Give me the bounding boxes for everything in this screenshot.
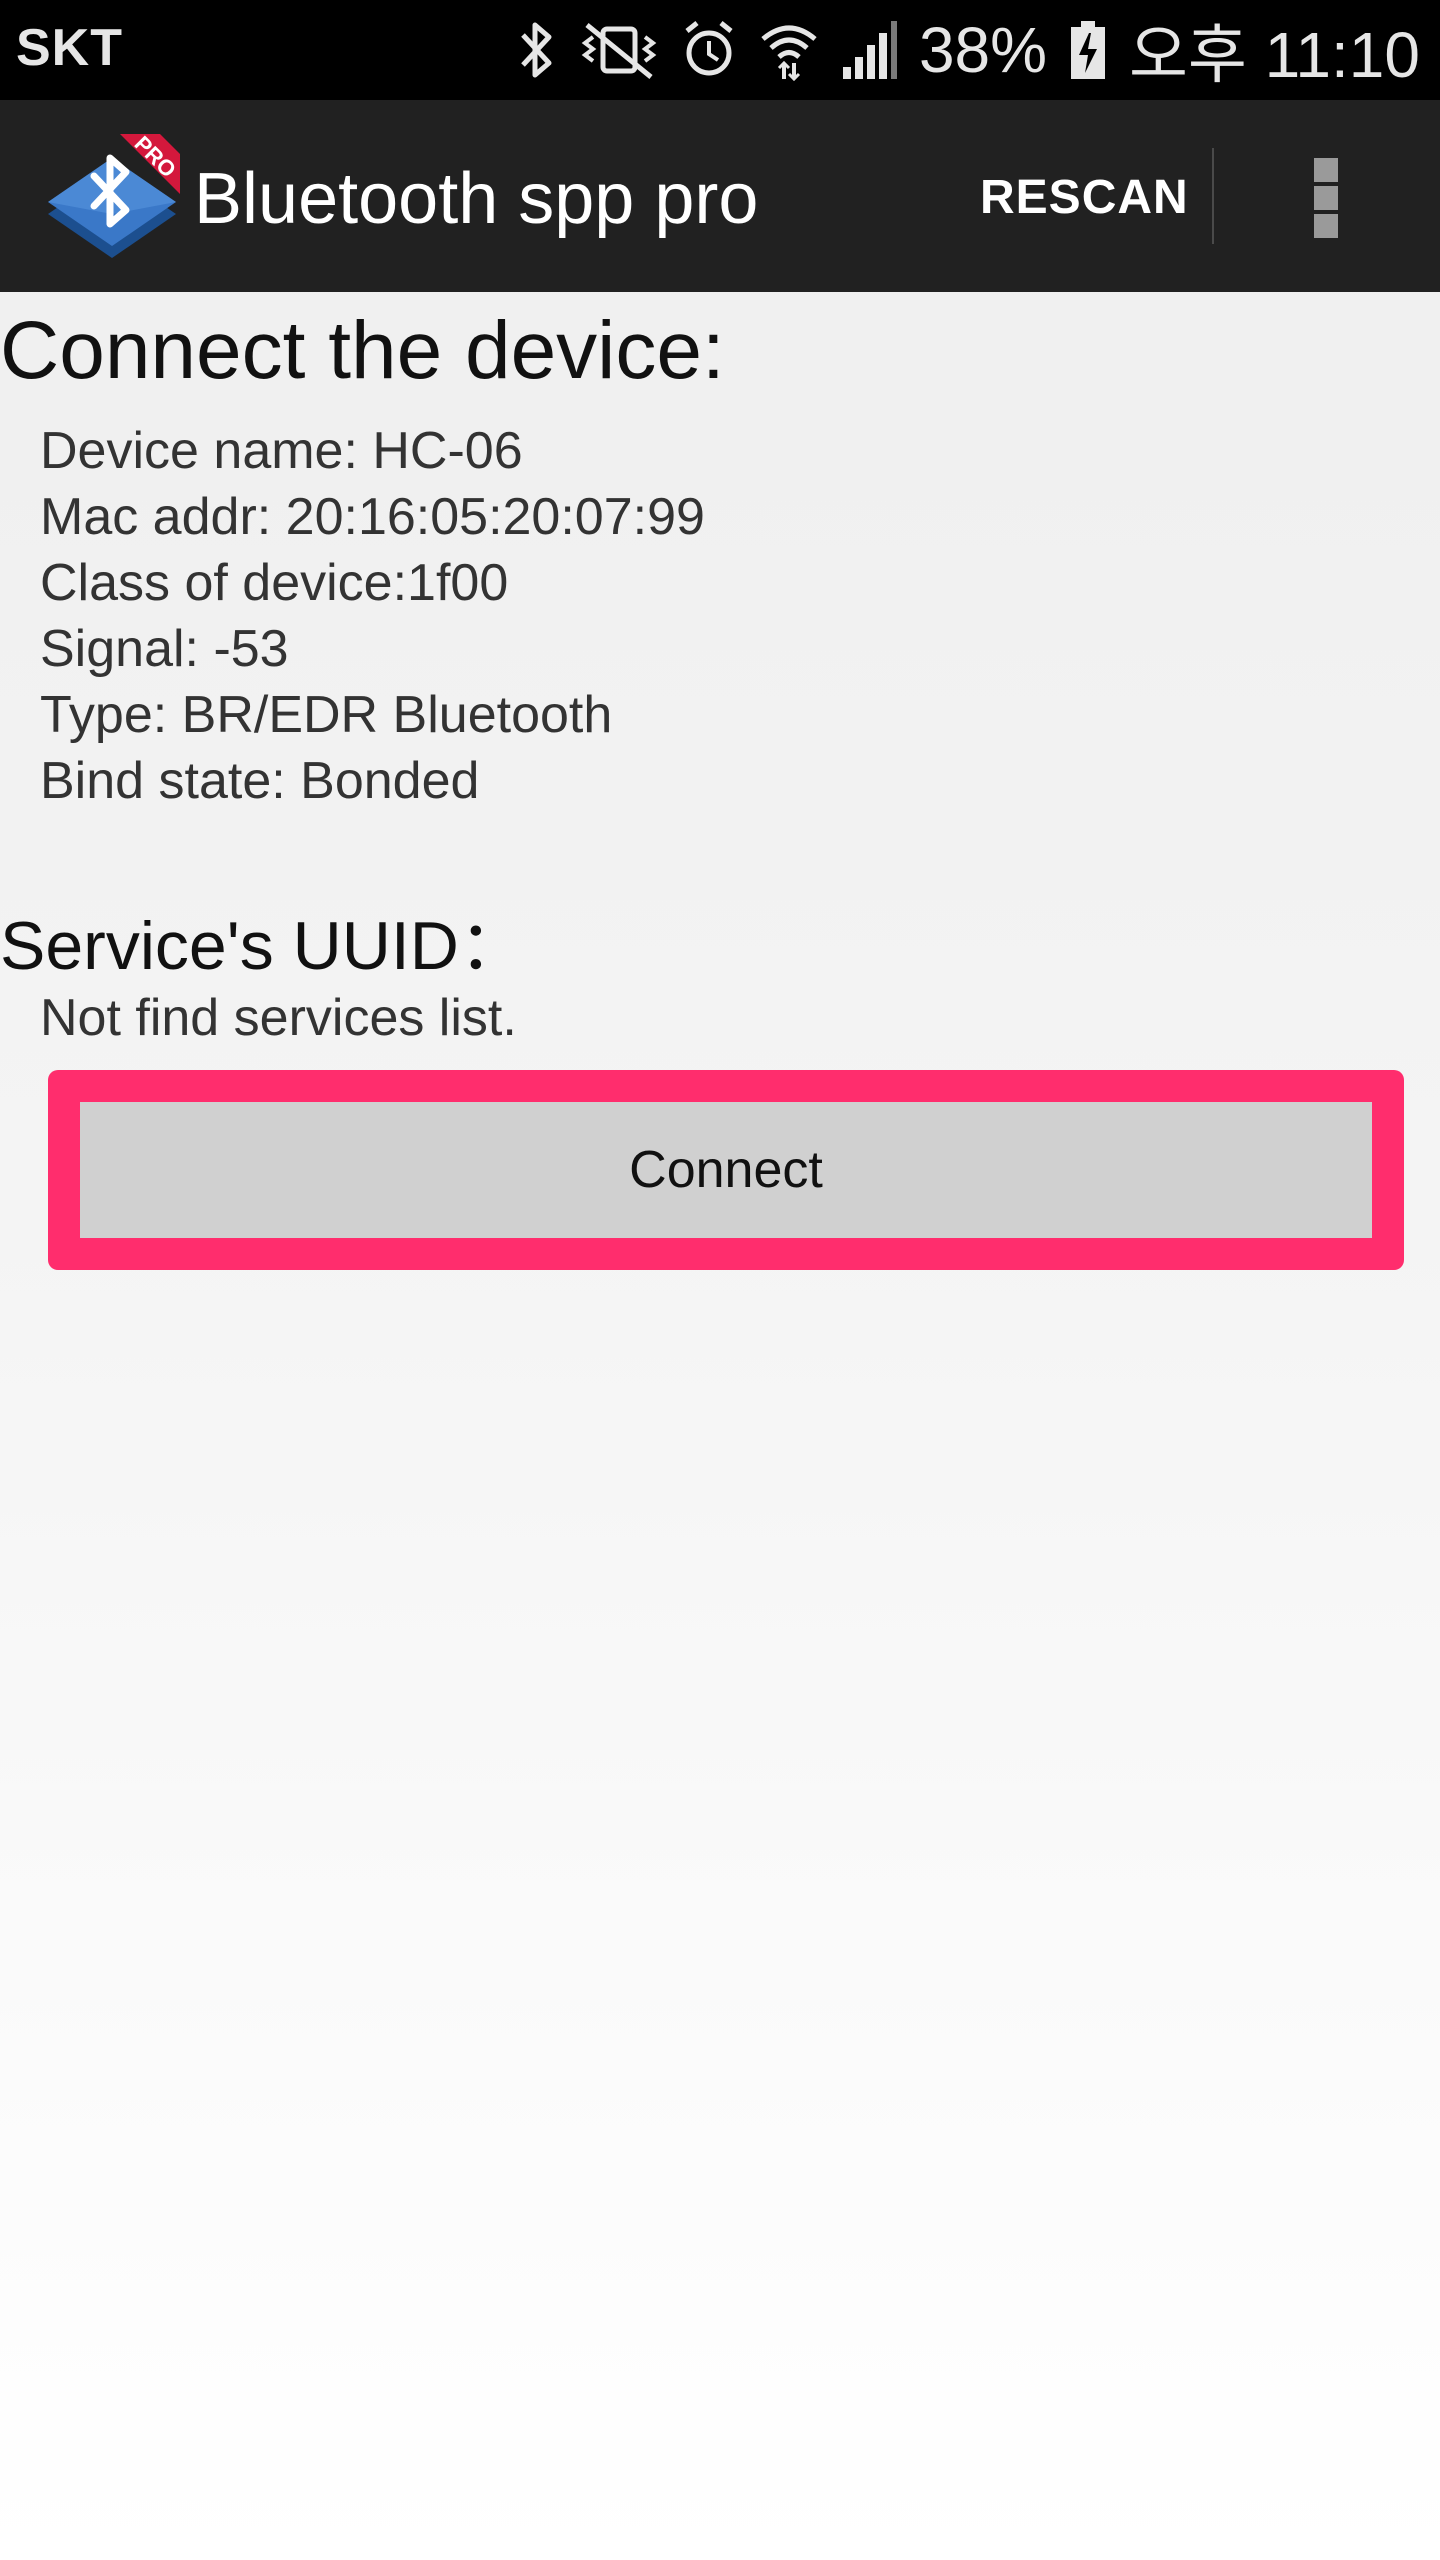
- battery-charging-icon: [1071, 21, 1106, 79]
- device-name: Device name: HC-06: [40, 422, 523, 480]
- app-title: Bluetooth spp pro: [194, 159, 759, 239]
- signal-strength: Signal: -53: [40, 620, 289, 678]
- rescan-button[interactable]: RESCAN: [980, 170, 1189, 225]
- status-icons: 38% 오후 11:10: [517, 10, 1420, 91]
- status-bar: SKT 38% 오후 11:10: [0, 0, 1440, 100]
- device-class: Class of device:1f00: [40, 554, 509, 612]
- mac-address: Mac addr: 20:16:05:20:07:99: [40, 488, 705, 546]
- connect-device-heading: Connect the device:: [0, 305, 725, 396]
- vibrate-mute-icon: [581, 23, 657, 79]
- signal-icon: [842, 21, 897, 79]
- carrier-label: SKT: [16, 19, 123, 77]
- bluetooth-icon: [521, 22, 552, 78]
- app-logo-icon: PRO: [48, 131, 180, 258]
- connect-button[interactable]: Connect: [80, 1102, 1372, 1238]
- services-empty-message: Not find services list.: [40, 989, 517, 1047]
- service-uuid-heading: Service's UUID：: [0, 908, 527, 984]
- action-bar: PRO Bluetooth spp pro RESCAN: [0, 100, 1440, 292]
- device-type: Type: BR/EDR Bluetooth: [40, 686, 613, 744]
- device-info-list: Device name: HC-06 Mac addr: 20:16:05:20…: [40, 418, 705, 814]
- more-vert-icon[interactable]: [1300, 152, 1356, 242]
- alarm-icon: [685, 21, 733, 76]
- wifi-icon: [761, 25, 817, 81]
- battery-percent: 38%: [918, 14, 1048, 86]
- action-bar-divider: [1212, 148, 1214, 244]
- clock: 오후 11:10: [1129, 19, 1420, 91]
- bind-state: Bind state: Bonded: [40, 752, 480, 810]
